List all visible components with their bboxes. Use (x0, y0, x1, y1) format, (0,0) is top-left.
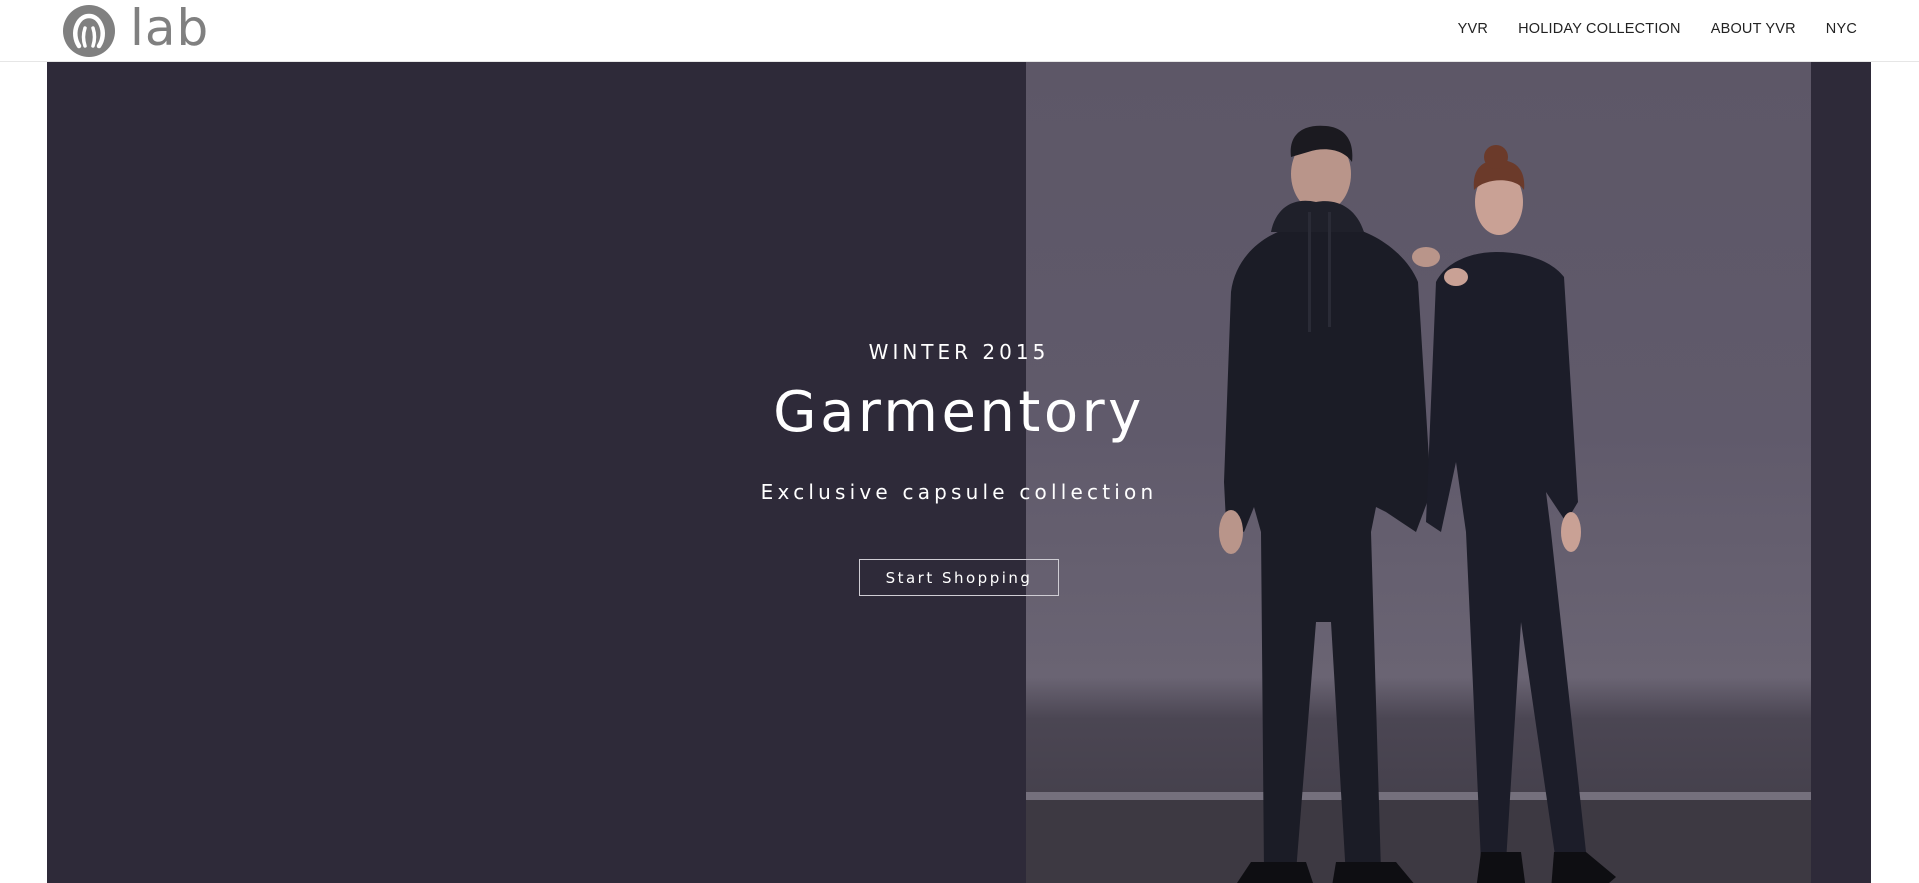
woman-figure (1426, 145, 1616, 883)
man-figure (1219, 125, 1440, 883)
nav-item-yvr[interactable]: YVR (1458, 21, 1488, 37)
models-illustration (1026, 125, 1811, 883)
lululemon-omega-icon (63, 5, 115, 57)
site-header: lab YVR HOLIDAY COLLECTION ABOUT YVR NYC (0, 0, 1919, 62)
logo-link[interactable]: lab (62, 0, 210, 58)
hero-banner: WINTER 2015 Garmentory Exclusive capsule… (47, 62, 1871, 883)
start-shopping-button[interactable]: Start Shopping (859, 559, 1059, 596)
main-nav: YVR HOLIDAY COLLECTION ABOUT YVR NYC (1458, 0, 1857, 58)
logo-text: lab (130, 0, 210, 57)
hero-photo (1026, 62, 1811, 883)
nav-item-holiday-collection[interactable]: HOLIDAY COLLECTION (1518, 21, 1681, 37)
nav-item-about-yvr[interactable]: ABOUT YVR (1711, 21, 1796, 37)
nav-item-nyc[interactable]: NYC (1826, 21, 1857, 37)
